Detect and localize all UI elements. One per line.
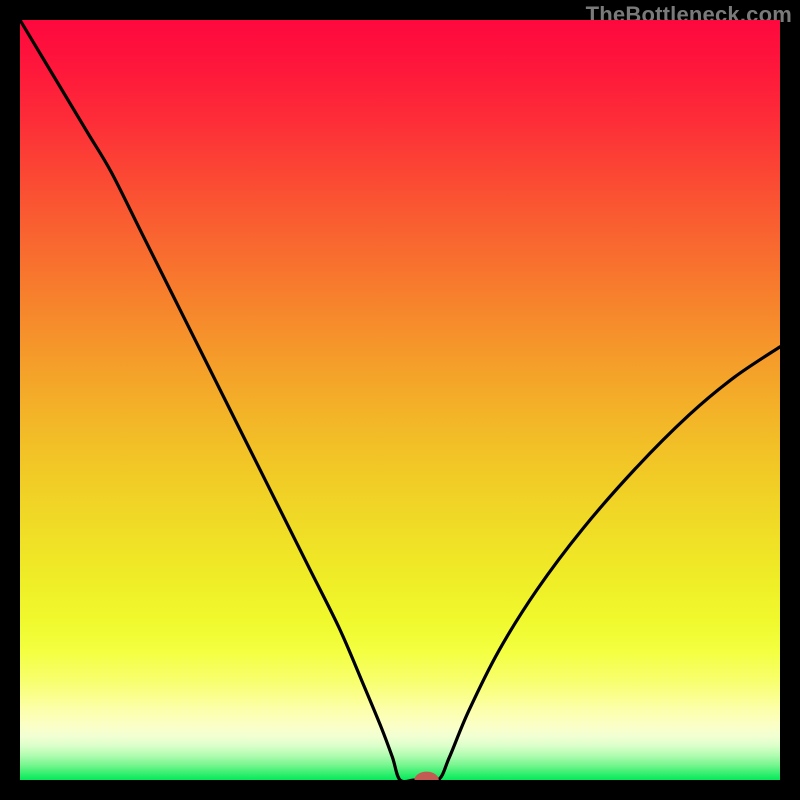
bottleneck-chart	[20, 20, 780, 780]
plot-area	[20, 20, 780, 780]
chart-container: TheBottleneck.com	[0, 0, 800, 800]
gradient-background	[20, 20, 780, 780]
